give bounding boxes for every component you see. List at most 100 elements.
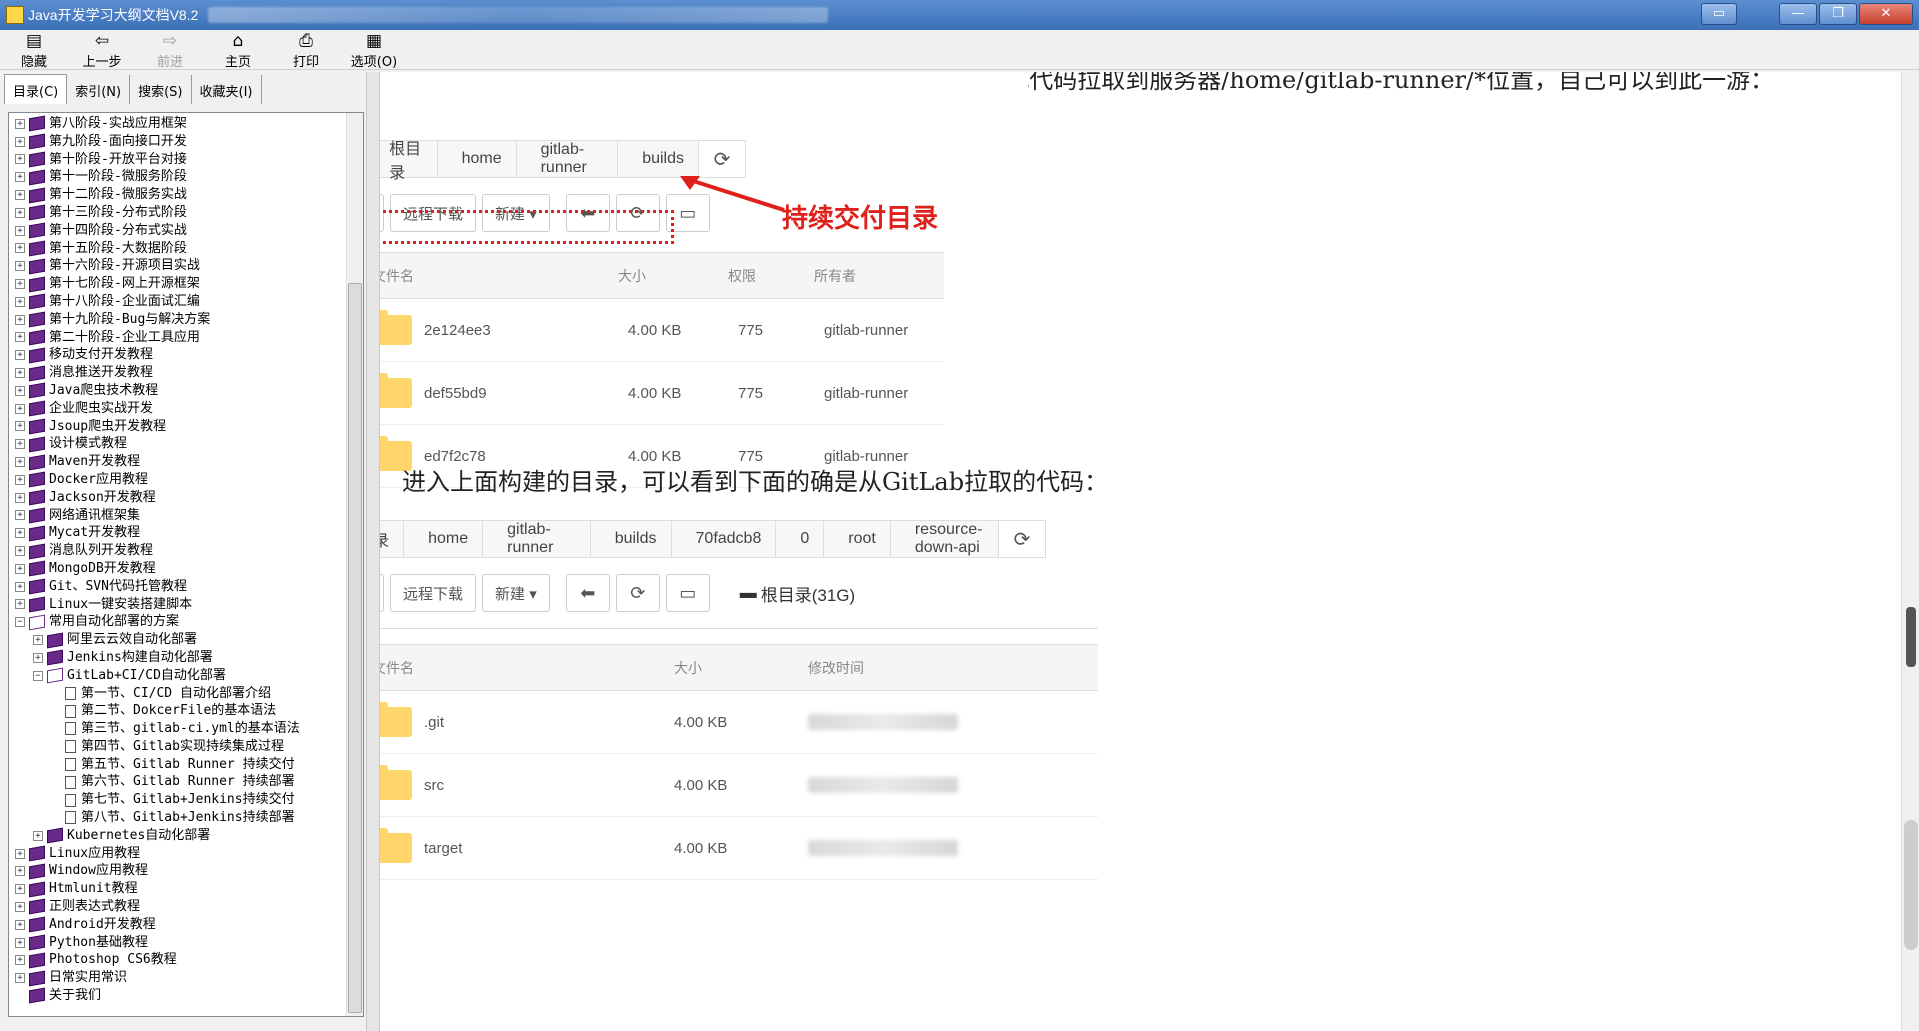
expand-icon[interactable]: +	[15, 261, 25, 272]
breadcrumb-item[interactable]: home	[404, 521, 484, 557]
expand-icon[interactable]: +	[15, 403, 25, 414]
expand-icon[interactable]: +	[15, 314, 25, 325]
tree-item[interactable]: + 日常实用常识	[11, 969, 300, 987]
breadcrumb-item[interactable]: root	[824, 521, 891, 557]
file-name[interactable]: def55bd9	[424, 385, 628, 402]
toolbar-button-0[interactable]: ▤ 隐藏	[0, 30, 68, 70]
expand-icon[interactable]: +	[15, 368, 25, 379]
expand-icon[interactable]: +	[15, 439, 25, 450]
tree-item[interactable]: + Linux应用教程	[11, 845, 300, 863]
tree-item[interactable]: 第三节、gitlab-ci.yml的基本语法	[11, 720, 300, 738]
expand-icon[interactable]: +	[15, 546, 25, 557]
table-row[interactable]: 2e124ee3 4.00 KB 775 gitlab-runner	[380, 299, 944, 362]
expand-icon[interactable]: +	[15, 421, 25, 432]
breadcrumb-item[interactable]: gitlab-runner	[516, 141, 619, 177]
expand-icon[interactable]: +	[15, 884, 25, 895]
tree-item[interactable]: + Jackson开发教程	[11, 489, 300, 507]
restore-icon[interactable]: ▭	[1701, 3, 1737, 25]
toolbar-button-3[interactable]: ⌂ 主页	[204, 30, 272, 70]
tree-item[interactable]: + Window应用教程	[11, 862, 300, 880]
file-name[interactable]: src	[424, 777, 674, 794]
breadcrumb-item[interactable]: 录	[380, 521, 405, 557]
tree-item[interactable]: + 消息推送开发教程	[11, 364, 300, 382]
terminal-icon[interactable]: ▭	[665, 574, 710, 612]
tree-item[interactable]: + Jenkins构建自动化部署	[11, 649, 300, 667]
tree-item[interactable]: + Java爬虫技术教程	[11, 382, 300, 400]
refresh-icon[interactable]: ⟳	[998, 520, 1046, 558]
tree-item[interactable]: + Mycat开发教程	[11, 524, 300, 542]
toolbar-button-4[interactable]: ⎙ 打印	[272, 30, 340, 70]
expand-icon[interactable]: +	[15, 118, 25, 129]
table-row[interactable]: .git 4.00 KB	[380, 691, 1098, 754]
tree-item[interactable]: + 第十五阶段-大数据阶段	[11, 240, 300, 258]
expand-icon[interactable]: +	[15, 866, 25, 877]
content-scrollbar[interactable]	[1901, 72, 1919, 1031]
file-name[interactable]: 2e124ee3	[424, 322, 628, 339]
expand-icon[interactable]: +	[15, 937, 25, 948]
tree-item[interactable]: + 第十八阶段-企业面试汇编	[11, 293, 300, 311]
expand-icon[interactable]: +	[15, 955, 25, 966]
tab-2[interactable]: 搜索(S)	[130, 74, 192, 104]
new-button[interactable]: 新建 ▾	[482, 574, 550, 612]
tree-item[interactable]: + 阿里云云效自动化部署	[11, 631, 300, 649]
tree-item[interactable]: + 消息队列开发教程	[11, 542, 300, 560]
tree-item[interactable]: + 网络通讯框架集	[11, 507, 300, 525]
tree-item[interactable]: − 常用自动化部署的方案	[11, 613, 300, 631]
tree-item[interactable]: + Photoshop CS6教程	[11, 951, 300, 969]
tree-item[interactable]: + 正则表达式教程	[11, 898, 300, 916]
tree-item[interactable]: 第五节、Gitlab Runner 持续交付	[11, 756, 300, 774]
table-row[interactable]: def55bd9 4.00 KB 775 gitlab-runner	[380, 362, 944, 425]
expand-icon[interactable]: +	[15, 510, 25, 521]
back-icon[interactable]: ⬅	[565, 574, 610, 612]
minimize-button[interactable]: —	[1779, 3, 1817, 25]
expand-icon[interactable]: +	[15, 599, 25, 610]
refresh-icon[interactable]: ⟳	[615, 574, 660, 612]
table-row[interactable]: src 4.00 KB	[380, 754, 1098, 817]
expand-icon[interactable]: +	[15, 279, 25, 290]
tree-item[interactable]: + 设计模式教程	[11, 435, 300, 453]
tree-item[interactable]: + 第十六阶段-开源项目实战	[11, 257, 300, 275]
tree-item[interactable]: + Linux一键安装搭建脚本	[11, 596, 300, 614]
expand-icon[interactable]: +	[15, 332, 25, 343]
tree-item[interactable]: + Kubernetes自动化部署	[11, 827, 300, 845]
toc-scrollbar-thumb[interactable]	[348, 283, 362, 1013]
tree-item[interactable]: + 移动支付开发教程	[11, 346, 300, 364]
expand-icon[interactable]: +	[15, 973, 25, 984]
tree-item[interactable]: + 第十二阶段-微服务实战	[11, 186, 300, 204]
expand-icon[interactable]: +	[15, 457, 25, 468]
tree-item[interactable]: + Python基础教程	[11, 934, 300, 952]
close-button[interactable]: ✕	[1859, 3, 1913, 25]
breadcrumb-item[interactable]: home	[437, 141, 517, 177]
toolbar-button-1[interactable]: ⇦ 上一步	[68, 30, 136, 70]
tree-item[interactable]: + 第十三阶段-分布式阶段	[11, 204, 300, 222]
tree-item[interactable]: + 第十阶段-开放平台对接	[11, 151, 300, 169]
tree-item[interactable]: + 第九阶段-面向接口开发	[11, 133, 300, 151]
maximize-button[interactable]: ❐	[1819, 3, 1857, 25]
tree-item[interactable]: + 第十九阶段-Bug与解决方案	[11, 311, 300, 329]
tab-0[interactable]: 目录(C)	[4, 74, 68, 104]
breadcrumb-item[interactable]: 根目录	[380, 141, 438, 182]
toolbar-button-5[interactable]: ▦ 选项(O)	[340, 30, 408, 70]
expand-icon[interactable]: +	[15, 901, 25, 912]
tree-item[interactable]: 第八节、Gitlab+Jenkins持续部署	[11, 809, 300, 827]
tree-item[interactable]: + Git、SVN代码托管教程	[11, 578, 300, 596]
tree-item[interactable]: − GitLab+CI/CD自动化部署	[11, 667, 300, 685]
tree-item[interactable]: + Docker应用教程	[11, 471, 300, 489]
tree-item[interactable]: + 第十一阶段-微服务阶段	[11, 168, 300, 186]
tree-item[interactable]: + 第八阶段-实战应用框架	[11, 115, 300, 133]
expand-icon[interactable]: +	[15, 136, 25, 147]
remote-download-button[interactable]: 远程下载	[390, 574, 477, 612]
expand-icon[interactable]: +	[15, 848, 25, 859]
collapse-icon[interactable]: −	[33, 670, 43, 681]
expand-icon[interactable]: +	[33, 652, 43, 663]
tree-item[interactable]: + Htmlunit教程	[11, 880, 300, 898]
breadcrumb-item[interactable]: gitlab-runner	[483, 521, 591, 557]
expand-icon[interactable]: +	[15, 350, 25, 361]
tree-item[interactable]: + 第十七阶段-网上开源框架	[11, 275, 300, 293]
expand-icon[interactable]: +	[15, 190, 25, 201]
expand-icon[interactable]: +	[15, 385, 25, 396]
tree-item[interactable]: + 企业爬虫实战开发	[11, 400, 300, 418]
file-name[interactable]: target	[424, 840, 674, 857]
tree-item[interactable]: 第六节、Gitlab Runner 持续部署	[11, 773, 300, 791]
breadcrumb-item[interactable]: 0	[776, 521, 825, 557]
